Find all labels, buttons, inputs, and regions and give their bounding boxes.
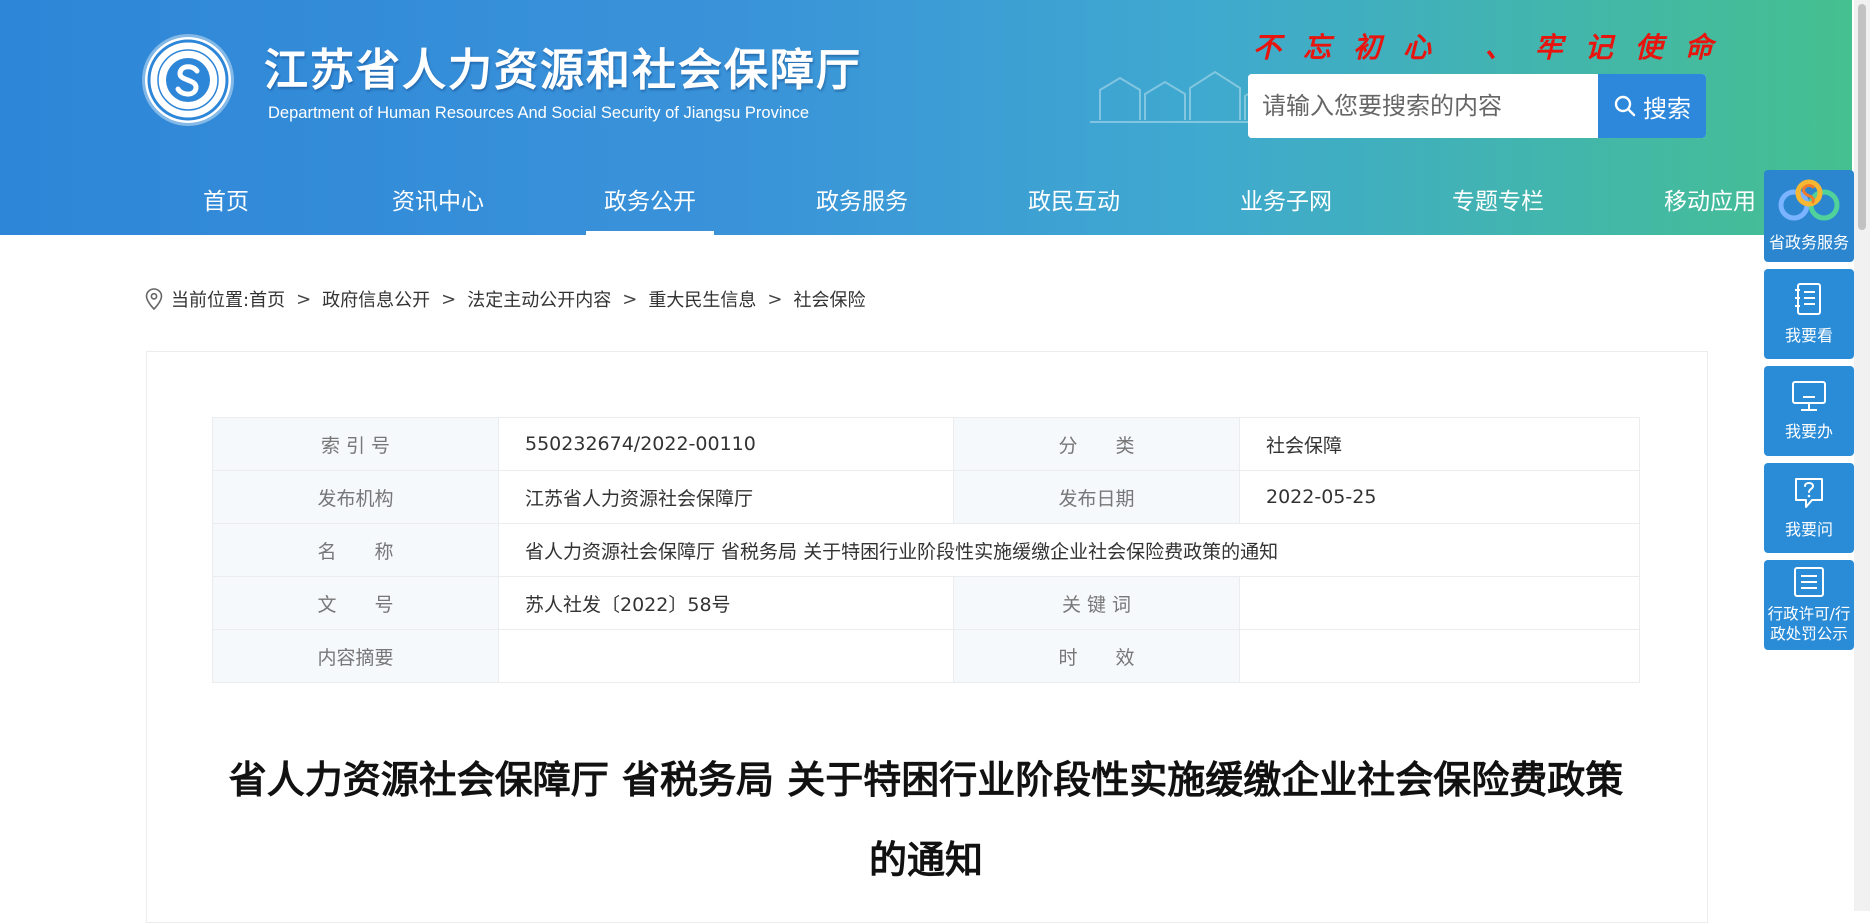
book-icon — [1795, 283, 1821, 315]
side-gov-service-button[interactable]: 省政务服务 — [1764, 170, 1854, 262]
breadcrumb: 当前位置: 首页 > 政府信息公开 > 法定主动公开内容 > 重大民生信息 > … — [145, 286, 865, 312]
scrollbar-thumb[interactable] — [1858, 4, 1866, 230]
index-number-value: 550232674/2022-00110 — [498, 417, 954, 471]
breadcrumb-livelihood[interactable]: 重大民生信息 — [648, 286, 756, 312]
search-button-label: 搜索 — [1643, 94, 1691, 123]
side-view-label: 我要看 — [1784, 326, 1833, 345]
side-permit-penalty-button[interactable]: 行政许可/行 政处罚公示 — [1764, 560, 1854, 650]
summary-value — [498, 629, 954, 683]
table-row: 名 称 省人力资源社会保障厅 省税务局 关于特困行业阶段性实施缓缴企业社会保险费… — [212, 523, 1640, 577]
search-icon — [1614, 95, 1636, 117]
site-title: 江苏省人力资源和社会保障厅 — [264, 45, 862, 96]
publish-date-label: 发布日期 — [953, 470, 1240, 524]
nav-item-news[interactable]: 资讯中心 — [332, 170, 544, 235]
table-row: 发布机构 江苏省人力资源社会保障厅 发布日期 2022-05-25 — [212, 470, 1640, 524]
nav-item-topics[interactable]: 专题专栏 — [1392, 170, 1604, 235]
side-ask-label: 我要问 — [1784, 520, 1833, 539]
main-nav: 首页 资讯中心 政务公开 政务服务 政民互动 业务子网 专题专栏 移动应用 — [120, 170, 1816, 235]
category-label: 分 类 — [953, 417, 1240, 471]
side-permit-label-line1: 行政许可/行 — [1767, 605, 1851, 623]
keywords-value — [1239, 576, 1640, 630]
page-scrollbar[interactable] — [1854, 0, 1870, 911]
doc-name-label: 名 称 — [212, 523, 499, 577]
nav-item-interaction[interactable]: 政民互动 — [968, 170, 1180, 235]
table-row: 索 引 号 550232674/2022-00110 分 类 社会保障 — [212, 417, 1640, 471]
monitor-icon — [1792, 381, 1826, 411]
list-icon — [1794, 567, 1824, 597]
index-number-label: 索 引 号 — [212, 417, 499, 471]
nav-item-gov-service[interactable]: 政务服务 — [756, 170, 968, 235]
logo-emblem-icon — [147, 39, 229, 121]
document-info-table: 索 引 号 550232674/2022-00110 分 类 社会保障 发布机构… — [212, 417, 1640, 683]
breadcrumb-social-insurance[interactable]: 社会保险 — [793, 286, 865, 312]
table-row: 文 号 苏人社发〔2022〕58号 关 键 词 — [212, 576, 1640, 630]
side-gov-service-label: 省政务服务 — [1768, 233, 1849, 252]
slogan: 不忘初心 、牢记使命 — [1253, 31, 1735, 64]
side-apply-button[interactable]: 我要办 — [1764, 366, 1854, 456]
search-button[interactable]: 搜索 — [1598, 74, 1706, 138]
breadcrumb-label: 当前位置: — [171, 290, 250, 311]
breadcrumb-statutory[interactable]: 法定主动公开内容 — [467, 286, 611, 312]
side-apply-label: 我要办 — [1784, 422, 1833, 441]
side-ask-button[interactable]: 我要问 — [1764, 463, 1854, 553]
gov-service-icon — [1778, 179, 1840, 221]
doc-number-value: 苏人社发〔2022〕58号 — [498, 576, 954, 630]
publisher-label: 发布机构 — [212, 470, 499, 524]
site-subtitle: Department of Human Resources And Social… — [268, 104, 810, 122]
search-input[interactable] — [1248, 74, 1598, 138]
nav-item-gov-affairs[interactable]: 政务公开 — [544, 170, 756, 235]
table-row: 内容摘要 时 效 — [212, 629, 1640, 683]
breadcrumb-separator: > — [441, 288, 457, 310]
site-logo[interactable] — [145, 37, 231, 123]
site-header: 江苏省人力资源和社会保障厅 Department of Human Resour… — [0, 0, 1852, 235]
breadcrumb-separator: > — [767, 288, 783, 310]
search-box: 搜索 — [1248, 74, 1706, 138]
validity-label: 时 效 — [953, 629, 1240, 683]
breadcrumb-home[interactable]: 首页 — [249, 286, 285, 312]
document-title: 省人力资源社会保障厅 省税务局 关于特困行业阶段性实施缓缴企业社会保险费政策的通… — [228, 758, 1624, 882]
publish-date-value: 2022-05-25 — [1239, 470, 1640, 524]
doc-name-value: 省人力资源社会保障厅 省税务局 关于特困行业阶段性实施缓缴企业社会保险费政策的通… — [498, 523, 1640, 577]
side-view-button[interactable]: 我要看 — [1764, 269, 1854, 359]
breadcrumb-gov-info[interactable]: 政府信息公开 — [322, 286, 430, 312]
keywords-label: 关 键 词 — [953, 576, 1240, 630]
category-value: 社会保障 — [1239, 417, 1640, 471]
validity-value — [1239, 629, 1640, 683]
location-pin-icon — [145, 288, 163, 310]
side-permit-penalty-label: 行政许可/行 政处罚公示 — [1768, 604, 1851, 644]
side-float-panel: 省政务服务 我要看 我要办 我要问 行政许可/行 政处罚公示 — [1764, 170, 1854, 657]
nav-item-subsites[interactable]: 业务子网 — [1180, 170, 1392, 235]
breadcrumb-separator: > — [622, 288, 638, 310]
question-icon — [1795, 478, 1823, 508]
publisher-value: 江苏省人力资源社会保障厅 — [498, 470, 954, 524]
summary-label: 内容摘要 — [212, 629, 499, 683]
breadcrumb-separator: > — [296, 288, 312, 310]
nav-item-home[interactable]: 首页 — [120, 170, 332, 235]
side-permit-label-line2: 政处罚公示 — [1770, 625, 1848, 643]
doc-number-label: 文 号 — [212, 576, 499, 630]
